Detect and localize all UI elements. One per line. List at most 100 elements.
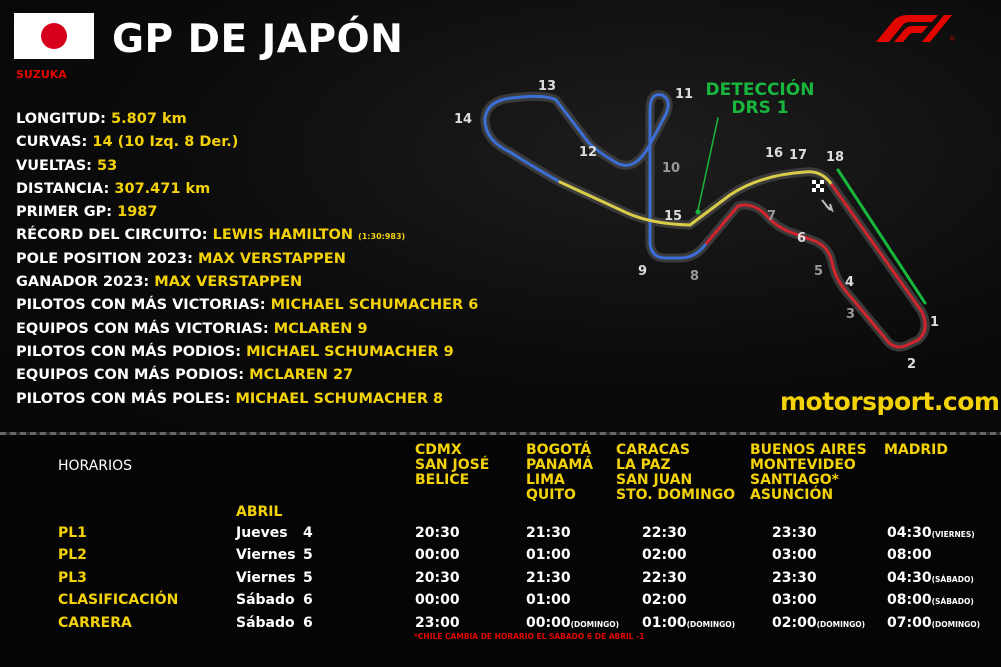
- stat-row: PILOTOS CON MÁS POLES: MICHAEL SCHUMACHE…: [16, 388, 478, 411]
- circuit-name: SUZUKA: [16, 68, 67, 81]
- time-value: 04:30: [887, 525, 932, 541]
- timezone-column-header: MADRID: [884, 443, 948, 458]
- stat-label: EQUIPOS CON MÁS VICTORIAS:: [16, 320, 269, 337]
- session-time: 02:00(DOMINGO): [772, 615, 865, 631]
- city-label: SAN JUAN: [616, 472, 693, 488]
- time-value: 02:00: [642, 547, 687, 563]
- city-label: BELICE: [415, 472, 470, 488]
- time-value: 04:30: [887, 570, 932, 586]
- time-value: 21:30: [526, 525, 571, 541]
- session-time: 00:00(DOMINGO): [526, 615, 619, 631]
- stat-value: LEWIS HAMILTON: [212, 227, 354, 244]
- stat-value: 307.471 km: [114, 180, 211, 197]
- city-label: QUITO: [526, 487, 576, 503]
- city-label: CDMX: [415, 442, 462, 458]
- time-value: 08:00: [887, 592, 932, 608]
- turn-14: 14: [454, 112, 472, 127]
- stat-row: PRIMER GP: 1987: [16, 201, 478, 224]
- time-value: 22:30: [642, 570, 687, 586]
- session-time: 08:00: [887, 547, 932, 563]
- session-name: CLASIFICACIÓN: [58, 592, 179, 608]
- time-value: 21:30: [526, 570, 571, 586]
- day-note: (SÁBADO): [931, 575, 974, 584]
- stat-label: DISTANCIA:: [16, 180, 110, 197]
- city-label: ASUNCIÓN: [750, 487, 834, 503]
- stat-label: CURVAS:: [16, 134, 88, 151]
- session-date: 6: [303, 592, 313, 608]
- session-name: PL3: [58, 570, 87, 586]
- city-label: CARACAS: [616, 442, 690, 458]
- session-day: Viernes: [236, 547, 296, 563]
- time-value: 02:00: [772, 615, 817, 631]
- stat-row: EQUIPOS CON MÁS VICTORIAS: MCLAREN 9: [16, 318, 478, 341]
- city-label: BOGOTÁ: [526, 442, 592, 458]
- session-time: 03:00: [772, 592, 817, 608]
- session-name: CARRERA: [58, 615, 132, 631]
- turn-6: 6: [797, 231, 806, 246]
- time-value: 00:00: [526, 615, 571, 631]
- time-value: 00:00: [415, 547, 460, 563]
- page-title: GP DE JAPÓN: [112, 17, 404, 62]
- japan-flag-icon: [14, 13, 94, 59]
- time-value: 20:30: [415, 570, 460, 586]
- drs-detection-label: DETECCIÓN DRS 1: [705, 80, 815, 118]
- turn-5: 5: [814, 264, 823, 279]
- day-note: (DOMINGO): [686, 620, 736, 629]
- f1-logo-icon: ®: [876, 15, 955, 42]
- stat-row: DISTANCIA: 307.471 km: [16, 178, 478, 201]
- stat-label: RÉCORD DEL CIRCUITO:: [16, 227, 208, 244]
- session-time: 22:30: [642, 570, 687, 586]
- time-value: 03:00: [772, 547, 817, 563]
- session-time: 20:30: [415, 525, 460, 541]
- session-date: 4: [303, 525, 313, 541]
- time-value: 02:00: [642, 592, 687, 608]
- session-time: 20:30: [415, 570, 460, 586]
- session-day: Viernes: [236, 570, 296, 586]
- timezone-column-header: CARACAS LA PAZ SAN JUAN STO. DOMINGO: [616, 443, 735, 503]
- session-date: 6: [303, 615, 313, 631]
- stat-label: LONGITUD:: [16, 111, 106, 127]
- day-note: (VIERNES): [931, 530, 975, 539]
- track-outline: [480, 90, 930, 352]
- session-day: Jueves: [236, 525, 288, 541]
- stat-label: EQUIPOS CON MÁS PODIOS:: [16, 367, 245, 384]
- month-label: ABRIL: [236, 504, 283, 520]
- session-time: 08:00(SÁBADO): [887, 592, 974, 608]
- day-note: (SÁBADO): [931, 597, 974, 606]
- session-date: 5: [303, 570, 313, 586]
- session-date: 5: [303, 547, 313, 563]
- time-value: 20:30: [415, 525, 460, 541]
- city-label: SAN JOSÉ: [415, 457, 490, 473]
- time-value: 07:00: [887, 615, 932, 631]
- session-time: 00:00: [415, 547, 460, 563]
- turn-7: 7: [767, 209, 776, 224]
- time-value: 23:30: [772, 570, 817, 586]
- stat-row: VUELTAS: 53: [16, 155, 478, 178]
- session-time: 23:00: [415, 615, 460, 631]
- session-time: 22:30: [642, 525, 687, 541]
- time-value: 01:00: [642, 615, 687, 631]
- session-time: 03:00: [772, 547, 817, 563]
- turn-13: 13: [538, 79, 556, 94]
- stat-label: VUELTAS:: [16, 157, 92, 174]
- city-label: PANAMÁ: [526, 457, 594, 473]
- city-label: STO. DOMINGO: [616, 487, 736, 503]
- session-time: 00:00: [415, 592, 460, 608]
- session-name: PL2: [58, 547, 87, 563]
- turn-4: 4: [845, 275, 854, 290]
- time-value: 08:00: [887, 547, 932, 563]
- session-time: 02:00: [642, 547, 687, 563]
- day-note: (DOMINGO): [816, 620, 866, 629]
- city-label: LA PAZ: [616, 457, 671, 473]
- city-label: MADRID: [884, 442, 948, 458]
- stat-label: PILOTOS CON MÁS PODIOS:: [16, 343, 242, 360]
- turn-3: 3: [846, 307, 855, 322]
- session-name: PL1: [58, 525, 87, 541]
- timezone-column-header: BOGOTÁ PANAMÁ LIMA QUITO: [526, 443, 593, 503]
- stat-row: POLE POSITION 2023: MAX VERSTAPPEN: [16, 248, 478, 271]
- stat-value: 53: [97, 157, 118, 174]
- turn-17: 17: [789, 148, 807, 163]
- stat-value: 14 (10 Izq. 8 Der.): [92, 134, 239, 151]
- stat-row: PILOTOS CON MÁS PODIOS: MICHAEL SCHUMACH…: [16, 341, 478, 364]
- time-value: 01:00: [526, 547, 571, 563]
